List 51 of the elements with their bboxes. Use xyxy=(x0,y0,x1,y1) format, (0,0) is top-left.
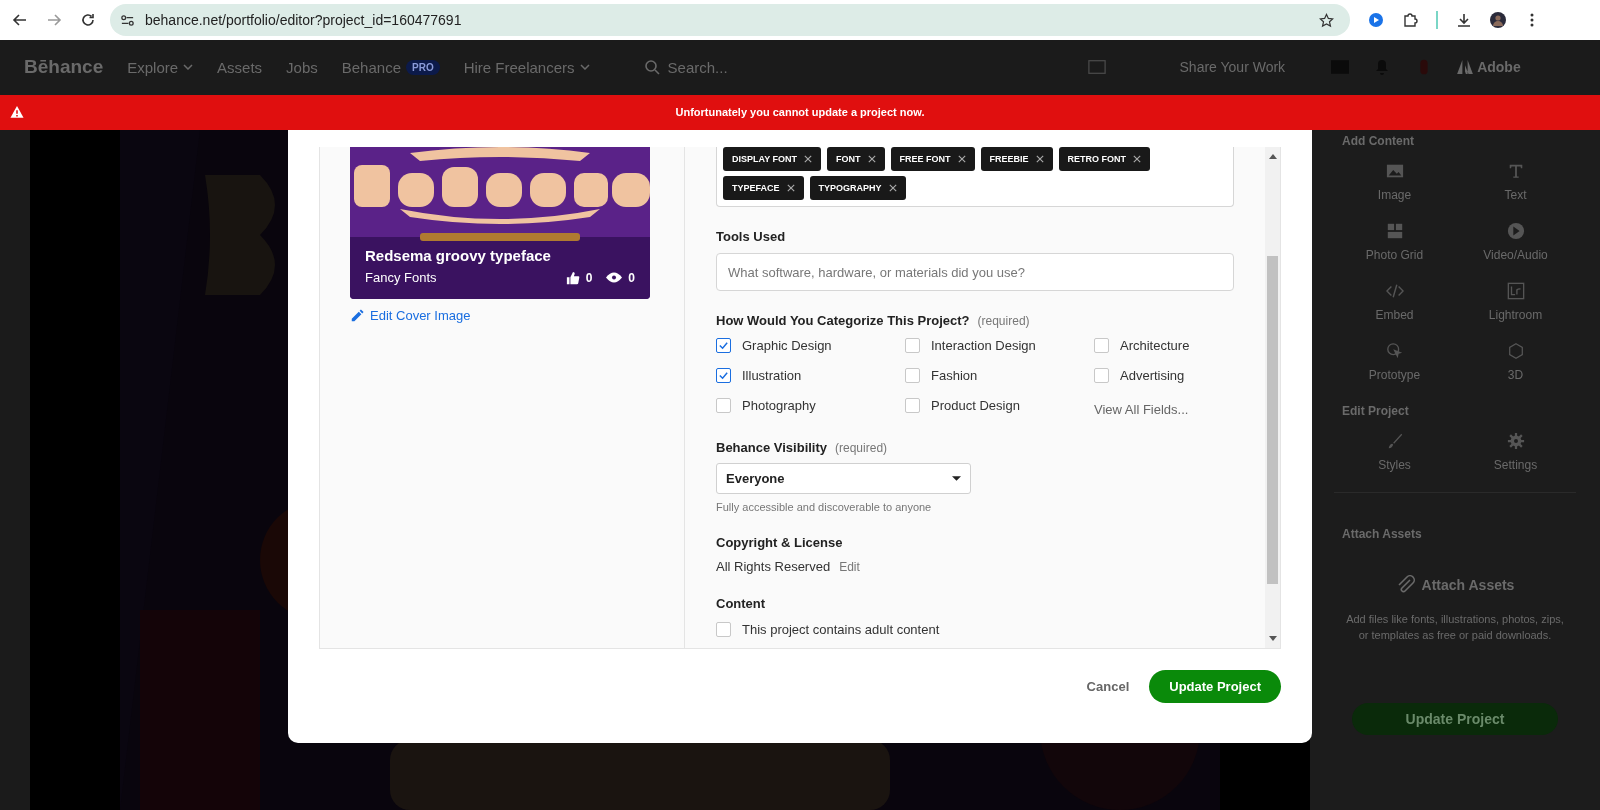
section-title: Edit Project xyxy=(1342,404,1410,418)
star-icon[interactable] xyxy=(1319,12,1334,28)
grid-icon xyxy=(1385,222,1404,240)
content-tool[interactable]: Photo Grid xyxy=(1334,222,1455,262)
cursor-icon xyxy=(1385,342,1404,360)
puzzle-icon[interactable] xyxy=(1402,12,1418,29)
content-tool[interactable]: Embed xyxy=(1334,282,1455,322)
play-icon xyxy=(1506,222,1525,240)
content-tool[interactable]: 3D xyxy=(1455,342,1576,382)
section-title: Add Content xyxy=(1342,134,1415,148)
address-bar[interactable]: behance.net/portfolio/editor?project_id=160477691 xyxy=(110,4,1350,37)
section-title: Attach Assets xyxy=(1342,527,1423,541)
cube-icon xyxy=(1506,342,1525,360)
adobe-link[interactable]: Adobe xyxy=(1457,59,1521,76)
logo[interactable]: Bēhance xyxy=(24,56,104,79)
caret-icon xyxy=(183,64,194,71)
warning-icon xyxy=(10,105,24,120)
content-tool[interactable]: Styles xyxy=(1334,432,1455,472)
site-settings-icon[interactable] xyxy=(120,12,135,28)
scrollbar[interactable] xyxy=(1265,147,1280,648)
scroll-down-icon[interactable] xyxy=(1268,636,1277,641)
download-icon[interactable] xyxy=(1456,12,1472,29)
content-tool[interactable]: Lightroom xyxy=(1455,282,1576,322)
lightroom-icon xyxy=(1506,282,1525,300)
image-icon xyxy=(1385,162,1404,180)
content-tool[interactable]: Video/Audio xyxy=(1455,222,1576,262)
caret-icon xyxy=(579,64,590,71)
search-field[interactable]: Search... xyxy=(667,58,788,76)
scroll-up-icon[interactable] xyxy=(1268,154,1277,159)
attach-description: Add files like fonts, illustrations, photos, zips, or templates as free or paid downloads. xyxy=(1345,612,1565,643)
search-icon xyxy=(643,59,660,76)
nav-link[interactable]: Explore xyxy=(127,58,194,76)
pro-badge: PRO xyxy=(406,59,440,75)
settings-icon xyxy=(1506,432,1525,450)
nav-link[interactable]: Hire Freelancers xyxy=(463,58,590,76)
nav-link[interactable]: Behance PRO xyxy=(341,58,440,76)
update-project-button[interactable]: Update Project xyxy=(1352,703,1558,735)
content-tool[interactable]: Text xyxy=(1455,162,1576,202)
reload-icon[interactable] xyxy=(80,12,96,29)
adobe-logo-icon xyxy=(1457,60,1474,75)
content-tool[interactable]: Settings xyxy=(1455,432,1576,472)
nav-link[interactable]: Assets xyxy=(217,58,263,76)
share-link[interactable]: Share Your Work xyxy=(1179,59,1286,76)
attach-button[interactable]: Attach Assets xyxy=(1395,575,1515,595)
scrollbar-thumb[interactable] xyxy=(1267,256,1278,584)
error-message: Unfortunately you cannot update a project now. xyxy=(675,106,925,119)
content-tool[interactable]: Prototype xyxy=(1334,342,1455,382)
code-icon xyxy=(1385,282,1404,300)
extension-icon[interactable] xyxy=(1368,12,1384,29)
content-tool[interactable]: Image xyxy=(1334,162,1455,202)
nav-link[interactable]: Jobs xyxy=(286,58,318,76)
